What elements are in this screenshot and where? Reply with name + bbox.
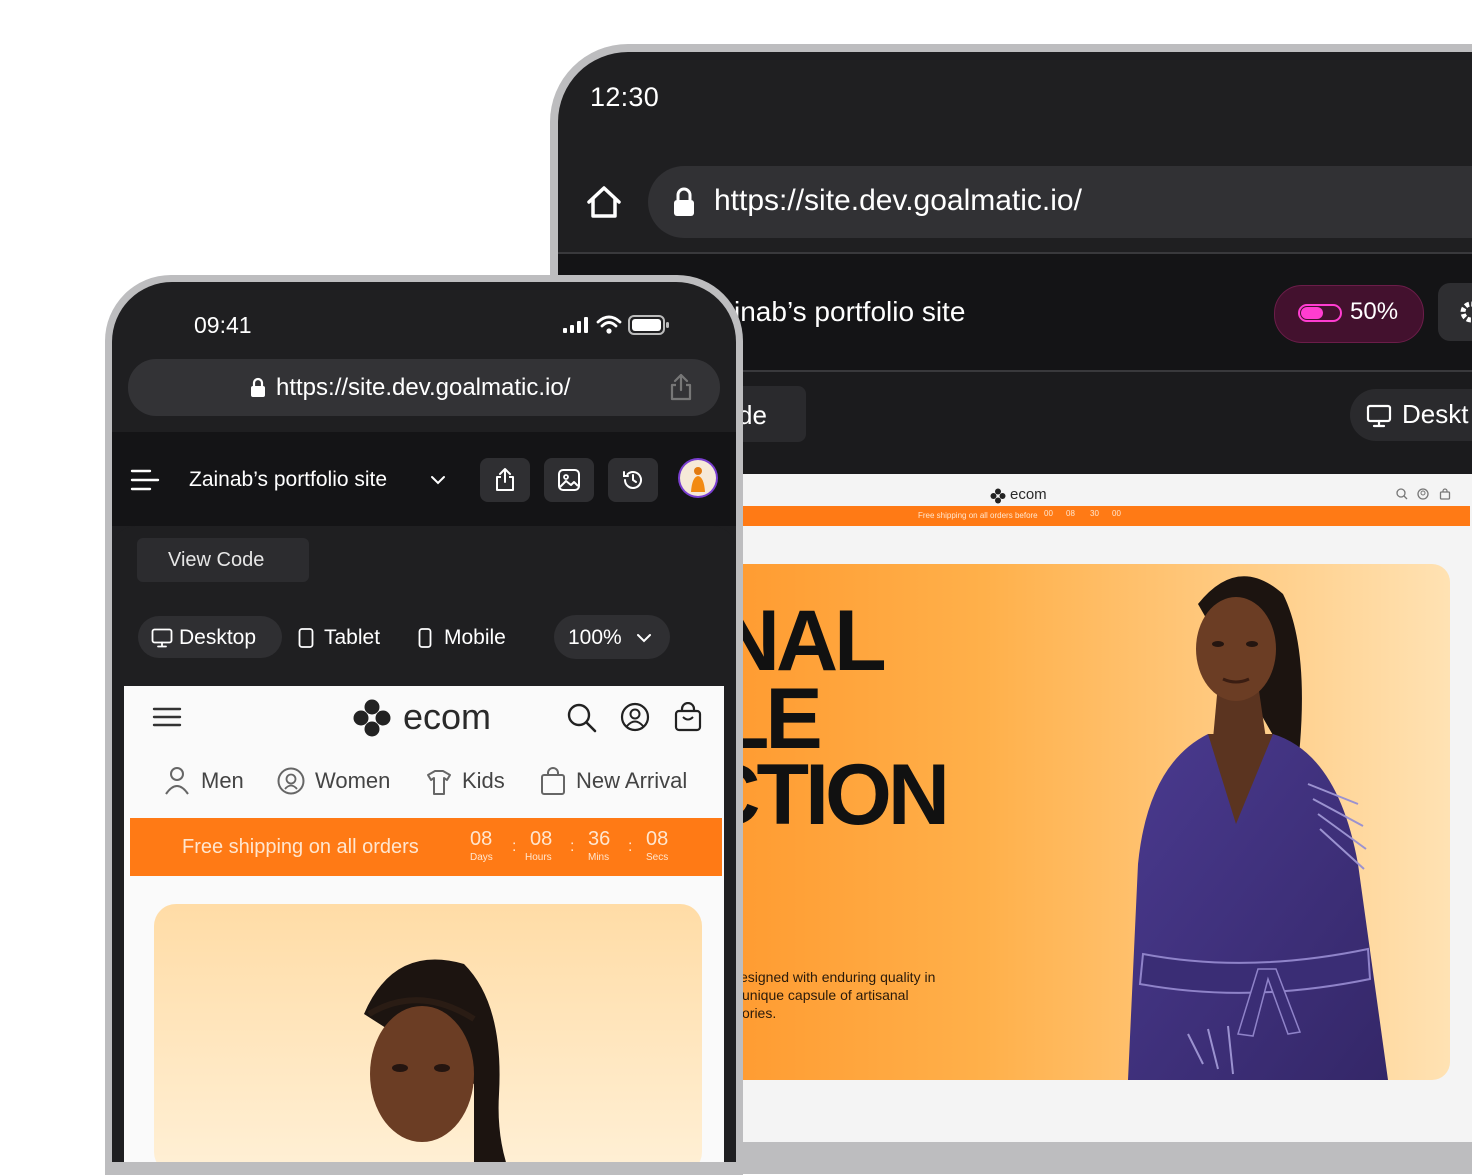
zoom-level: 100% [568, 626, 622, 649]
tab-tablet-label[interactable]: Tablet [324, 626, 380, 650]
countdown-value: 08 [1066, 509, 1075, 518]
hero-description-line: ories. [742, 1005, 777, 1021]
nav-item-new-arrival[interactable]: New Arrival [576, 768, 687, 794]
countdown-minutes-unit: Mins [588, 852, 610, 863]
new-arrival-icon [540, 766, 566, 796]
battery-icon [628, 315, 670, 335]
home-icon[interactable] [584, 182, 624, 222]
site-name[interactable]: Zainab’s portfolio site [189, 468, 387, 492]
nav-item-women[interactable]: Women [315, 768, 390, 794]
history-icon [621, 468, 645, 492]
tablet-site-title: inab’s portfolio site [734, 296, 966, 327]
lock-icon [250, 376, 266, 398]
tablet-icon[interactable] [298, 628, 314, 648]
countdown-value: 00 [1044, 509, 1053, 518]
hero-model-image [364, 959, 506, 1162]
phone-screen: 09:41 https://site.dev.goalmatic.io/ Zai… [112, 282, 736, 1162]
desktop-tab-label: Deskt [1402, 399, 1469, 429]
avatar[interactable] [678, 458, 718, 498]
countdown-separator: : [570, 838, 575, 855]
phone-status-time: 09:41 [194, 312, 252, 338]
nav-item-men[interactable]: Men [201, 768, 244, 794]
menu-icon[interactable] [152, 706, 182, 728]
countdown-value: 00 [1112, 509, 1121, 518]
countdown-seconds: 08 [646, 828, 669, 850]
tablet-status-time: 12:30 [590, 82, 660, 112]
monitor-icon [151, 628, 173, 648]
bag-icon[interactable] [674, 702, 702, 732]
men-icon [164, 766, 190, 796]
bag-icon[interactable] [1439, 488, 1451, 500]
ecom-logo-text: ecom [403, 696, 492, 737]
chevron-down-icon[interactable] [430, 474, 446, 486]
tablet-zoom-level: 50% [1350, 298, 1399, 325]
account-icon[interactable] [620, 702, 650, 732]
countdown-hours: 08 [530, 828, 553, 850]
lock-icon [672, 186, 696, 218]
countdown-separator: : [512, 838, 517, 855]
phone-url-text: https://site.dev.goalmatic.io/ [276, 374, 571, 401]
ecom-logo-text: ecom [1010, 486, 1047, 503]
tab-desktop-label: Desktop [179, 626, 257, 649]
nav-item-kids[interactable]: Kids [462, 768, 505, 794]
gear-icon [1458, 299, 1472, 325]
mobile-icon[interactable] [418, 628, 432, 648]
image-icon [557, 468, 581, 492]
share-icon [494, 467, 516, 493]
menu-icon[interactable] [130, 468, 160, 492]
promo-text: Free shipping on all orders [182, 836, 419, 858]
signal-icon [562, 316, 590, 334]
search-icon[interactable] [1396, 488, 1408, 500]
wifi-icon [596, 315, 622, 335]
kids-icon [425, 767, 453, 797]
ecom-logo-icon [990, 488, 1006, 504]
view-code-label: View Code [168, 549, 265, 571]
tablet-zoom-pill[interactable] [1274, 285, 1424, 343]
countdown-seconds-unit: Secs [646, 852, 669, 863]
hero-banner [154, 904, 702, 1162]
countdown-days: 08 [470, 828, 493, 850]
countdown-value: 30 [1090, 509, 1099, 518]
hero-description-line: esigned with enduring quality in [740, 969, 936, 985]
hero-model-image [1128, 576, 1388, 1080]
share-button[interactable] [480, 458, 530, 502]
tablet-url-text: https://site.dev.goalmatic.io/ [714, 184, 1082, 217]
tab-mobile-label[interactable]: Mobile [444, 626, 506, 650]
share-icon[interactable] [668, 372, 694, 402]
phone-site-preview: ecom Men Women Kids New Arrival Free shi… [124, 686, 724, 1162]
promo-text: Free shipping on all orders before [918, 511, 1038, 520]
ecom-logo-icon [352, 698, 392, 738]
women-icon [277, 767, 305, 795]
settings-button[interactable] [1438, 283, 1472, 341]
chevron-down-icon[interactable] [636, 632, 652, 644]
monitor-icon [1366, 404, 1392, 428]
countdown-minutes: 36 [588, 828, 611, 850]
image-button[interactable] [544, 458, 594, 502]
countdown-separator: : [628, 838, 633, 855]
history-button[interactable] [608, 458, 658, 502]
search-icon[interactable] [567, 703, 597, 733]
hero-description-line: unique capsule of artisanal [742, 987, 909, 1003]
account-icon[interactable] [1417, 488, 1429, 500]
toggle-icon[interactable] [1298, 304, 1342, 322]
countdown-hours-unit: Hours [525, 852, 552, 863]
countdown-days-unit: Days [470, 852, 493, 863]
